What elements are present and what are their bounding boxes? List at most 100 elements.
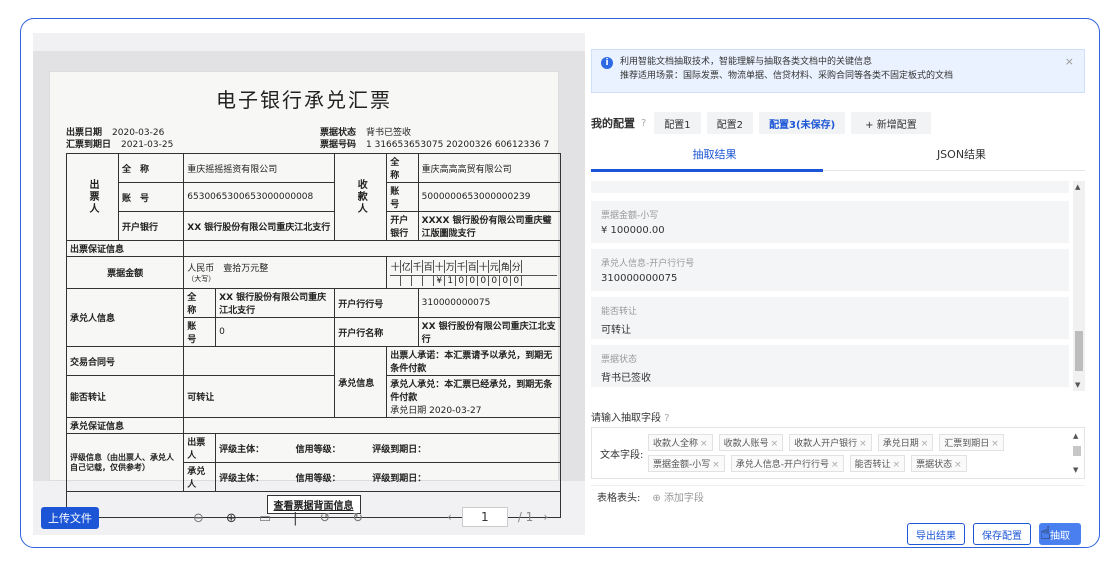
remove-icon[interactable]: ×	[991, 439, 999, 449]
remove-icon[interactable]: ×	[954, 460, 962, 470]
rotate-left-icon[interactable]: ↺	[320, 511, 331, 526]
remove-icon[interactable]: ×	[921, 439, 929, 449]
digit-value: 1	[445, 275, 457, 286]
remove-icon[interactable]: ×	[771, 439, 779, 449]
result-key: 承兑人信息-开户行行号	[601, 259, 695, 269]
page-input[interactable]: 1	[461, 507, 508, 527]
field-chip[interactable]: 汇票到期日 ×	[939, 434, 1004, 451]
tab-config-2[interactable]: 配置2	[706, 112, 754, 134]
bill-meta: 出票日期 2020-03-26 汇票到期日 2021-03-25 票据状态 背书已签收…	[58, 127, 550, 153]
field-chip-label: 承兑日期	[882, 439, 919, 449]
zoom-out-icon[interactable]: ⊖	[193, 511, 204, 526]
payee-account-label: 账 号	[386, 182, 419, 212]
result-scrollbar[interactable]: ▲ ▼	[1073, 181, 1085, 391]
field-chip-label: 汇票到期日	[944, 439, 990, 449]
close-icon[interactable]: ×	[1065, 55, 1074, 69]
drawer-label: 出票人	[66, 153, 119, 241]
result-card: 能否转让 可转让	[591, 297, 1069, 339]
save-config-button[interactable]: 保存配置	[973, 523, 1031, 545]
next-page-icon[interactable]: ›	[543, 510, 548, 524]
scroll-up-icon[interactable]: ▲	[1073, 432, 1078, 440]
field-chip[interactable]: 收款人开户银行 ×	[789, 434, 872, 451]
text-field-label: 文本字段:	[600, 450, 644, 461]
status-label: 票据状态	[320, 128, 357, 138]
help-icon[interactable]: ?	[664, 413, 669, 424]
digit-header: 百	[467, 259, 479, 273]
rating-drawer-fields: 评级主体： 信用等级： 评级到期日：	[215, 433, 561, 463]
field-chip-label: 能否转让	[854, 460, 891, 470]
result-value: 可转让	[601, 325, 631, 336]
tab-json-result[interactable]: JSON结果	[838, 139, 1085, 170]
drawer-bank: XX 银行股份有限公司重庆江北支行	[183, 211, 336, 241]
field-chip[interactable]: 承兑人信息-开户行行号 ×	[730, 455, 844, 472]
rating-acceptor-fields: 评级主体： 信用等级： 评级到期日：	[215, 462, 561, 492]
digit-headers: 十亿千百十万千百十元角分	[390, 259, 557, 273]
field-chip[interactable]: 收款人账号 ×	[718, 434, 784, 451]
bill-status: 背书已签收	[366, 128, 412, 138]
field-chips: 收款人全称 × 收款人账号 × 收款人开户银行 × 承兑日期 × 汇票到期日 × 票据金额-小写 × 承…	[648, 434, 1068, 472]
config-tabs: 我的配置 ? 配置1 配置2 配置3(未保存) + 新增配置	[591, 109, 1085, 137]
field-chip-label: 票据金额-小写	[653, 460, 711, 470]
upload-file-button[interactable]: 上传文件	[41, 507, 99, 529]
scroll-thumb[interactable]	[1075, 331, 1083, 371]
export-button[interactable]: 导出结果	[907, 523, 965, 545]
rating-level-2: 信用等级：	[295, 473, 337, 484]
table-header-row: 表格表头: ⊕ 添加字段	[591, 485, 1085, 507]
fit-icon[interactable]: ▭	[259, 511, 271, 526]
remove-icon[interactable]: ×	[712, 460, 720, 470]
rating-acceptor: 承兑人	[183, 462, 217, 492]
digit-header: 百	[423, 259, 435, 273]
field-chip[interactable]: 能否转让 ×	[849, 455, 906, 472]
scroll-down-icon[interactable]: ▼	[1075, 381, 1080, 389]
chips-scrollbar[interactable]: ▲ ▼	[1072, 432, 1082, 474]
field-prompt: 请输入抽取字段 ?	[591, 409, 670, 424]
rating-subject: 评级主体：	[219, 444, 260, 455]
add-field-button[interactable]: ⊕ 添加字段	[652, 489, 704, 504]
rating-level: 信用等级：	[295, 444, 337, 455]
remove-icon[interactable]: ×	[859, 439, 867, 449]
digit-header: 分	[511, 259, 523, 273]
bill-number: 1 316653653075 20200326 60612336 7	[366, 140, 550, 150]
tab-config-3[interactable]: 配置3(未保存)	[759, 112, 846, 134]
field-chip[interactable]: 票据状态 ×	[911, 455, 967, 472]
rating-drawer: 出票人	[183, 433, 217, 463]
amount-digits: 十亿千百十万千百十元角分 ¥1 0 0 0 0 0 0	[386, 256, 561, 289]
field-chip-label: 票据状态	[916, 460, 953, 470]
field-chip[interactable]: 票据金额-小写 ×	[648, 455, 725, 472]
acceptance-2: 承兑人承兑：本汇票已经承兑，到期无条件付款	[390, 380, 553, 403]
digit-header: 万	[445, 259, 457, 273]
digit-header: 角	[500, 259, 512, 273]
scroll-up-icon[interactable]: ▲	[1075, 183, 1080, 191]
zoom-in-icon[interactable]: ⊕	[226, 511, 237, 526]
prev-page-icon[interactable]: ‹	[447, 510, 452, 524]
remove-icon[interactable]: ×	[700, 439, 708, 449]
acceptance-1: 出票人承诺：本汇票请予以承兑，到期无条件付款	[386, 346, 561, 376]
accept-guarantee-value	[183, 417, 561, 434]
drawer-account: 6530065300653000000008	[183, 182, 336, 212]
payee-bank: XXXX 银行股份有限公司重庆璧江版圖陇支行	[417, 211, 562, 241]
field-chip[interactable]: 收款人全称 ×	[648, 434, 713, 451]
scroll-down-icon[interactable]: ▼	[1073, 466, 1078, 474]
remove-icon[interactable]: ×	[831, 460, 839, 470]
help-icon[interactable]: ?	[641, 118, 646, 129]
payee-account: 5000000653000000239	[417, 182, 562, 212]
drawer-account-label: 账 号	[117, 182, 185, 212]
field-chip[interactable]: 承兑日期 ×	[877, 434, 934, 451]
due-date-label: 汇票到期日	[66, 140, 112, 150]
tab-config-1[interactable]: 配置1	[654, 112, 701, 134]
tab-extract-result[interactable]: 抽取结果	[591, 139, 838, 170]
remove-icon[interactable]: ×	[893, 460, 901, 470]
bill-document: 电子银行承兑汇票 出票日期 2020-03-26 汇票到期日 2021-03-25 …	[49, 71, 562, 518]
field-chip-label: 收款人全称	[653, 439, 699, 449]
result-value: 310000000075	[601, 273, 678, 284]
text-field-box[interactable]: 文本字段: 收款人全称 × 收款人账号 × 收款人开户银行 × 承兑日期 × 汇票到期日 × 票据金…	[591, 427, 1085, 479]
document-viewer: 电子银行承兑汇票 出票日期 2020-03-26 汇票到期日 2021-03-25 …	[33, 33, 585, 535]
rating-subject-2: 评级主体：	[219, 473, 260, 484]
add-config-button[interactable]: + 新增配置	[851, 112, 931, 134]
digit-header: 十	[390, 259, 402, 273]
field-prompt-text: 请输入抽取字段	[591, 413, 661, 424]
transfer-label: 能否转让	[65, 375, 185, 418]
result-card: 承兑人信息-开户行行号 310000000075	[591, 249, 1069, 291]
scroll-thumb[interactable]	[1073, 446, 1081, 456]
rotate-right-icon[interactable]: ↻	[352, 511, 363, 526]
